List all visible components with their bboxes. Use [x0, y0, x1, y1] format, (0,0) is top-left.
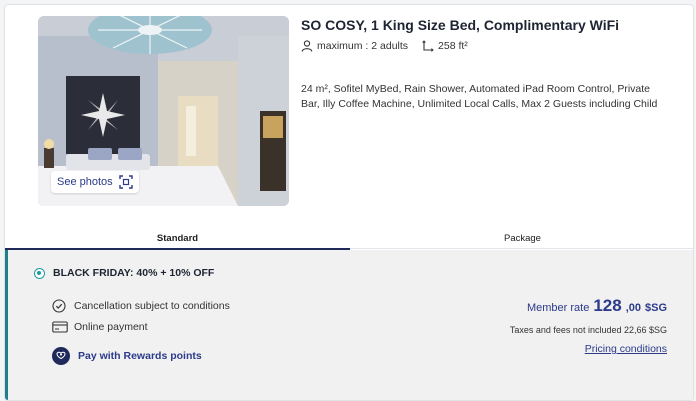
price-currency: $SG: [644, 302, 667, 314]
payment-row: Online payment: [52, 320, 148, 334]
see-photos-button[interactable]: See photos: [51, 171, 139, 193]
room-size-text: 258 ft²: [438, 40, 468, 52]
rewards-label: Pay with Rewards points: [78, 350, 202, 362]
rewards-button[interactable]: Pay with Rewards points: [52, 347, 202, 365]
occupancy-text: maximum : 2 adults: [317, 40, 409, 52]
room-description: 24 m², Sofitel MyBed, Rain Shower, Autom…: [301, 83, 658, 110]
payment-text: Online payment: [74, 321, 148, 333]
tab-package[interactable]: Package: [350, 227, 693, 249]
pricing-conditions-link[interactable]: Pricing conditions: [585, 343, 667, 355]
offer-panel: BLACK FRIDAY: 40% + 10% OFF Cancellation…: [5, 250, 693, 400]
room-card: See photos SO COSY, 1 King Size Bed, Com…: [4, 4, 694, 401]
credit-card-icon: [52, 320, 68, 334]
room-title: SO COSY, 1 King Size Bed, Complimentary …: [301, 17, 620, 33]
see-photos-label: See photos: [57, 176, 113, 188]
offer-radio[interactable]: [34, 268, 45, 279]
clock-check-icon: [52, 299, 66, 313]
price-decimals: ,00: [625, 302, 641, 314]
room-size-icon: [422, 40, 434, 52]
person-icon: [301, 40, 313, 52]
offer-accent-bar: [5, 250, 8, 400]
member-rate-label: Member rate: [526, 302, 590, 314]
cancellation-row: Cancellation subject to conditions: [52, 299, 230, 313]
tab-standard[interactable]: Standard: [5, 227, 350, 250]
member-rate: Member rate 128,00 $SG: [527, 296, 667, 316]
cancellation-text: Cancellation subject to conditions: [74, 300, 230, 312]
room-photo[interactable]: See photos: [38, 16, 289, 206]
rate-tabs: Standard Package: [5, 227, 693, 250]
offer-title: BLACK FRIDAY: 40% + 10% OFF: [53, 267, 215, 279]
gallery-icon: [118, 175, 133, 189]
room-meta: maximum : 2 adults 258 ft²: [301, 40, 468, 52]
taxes-note: Taxes and fees not included 22,66 $SG: [509, 325, 667, 335]
rewards-icon: [52, 347, 70, 365]
price-integer: 128: [593, 296, 622, 315]
